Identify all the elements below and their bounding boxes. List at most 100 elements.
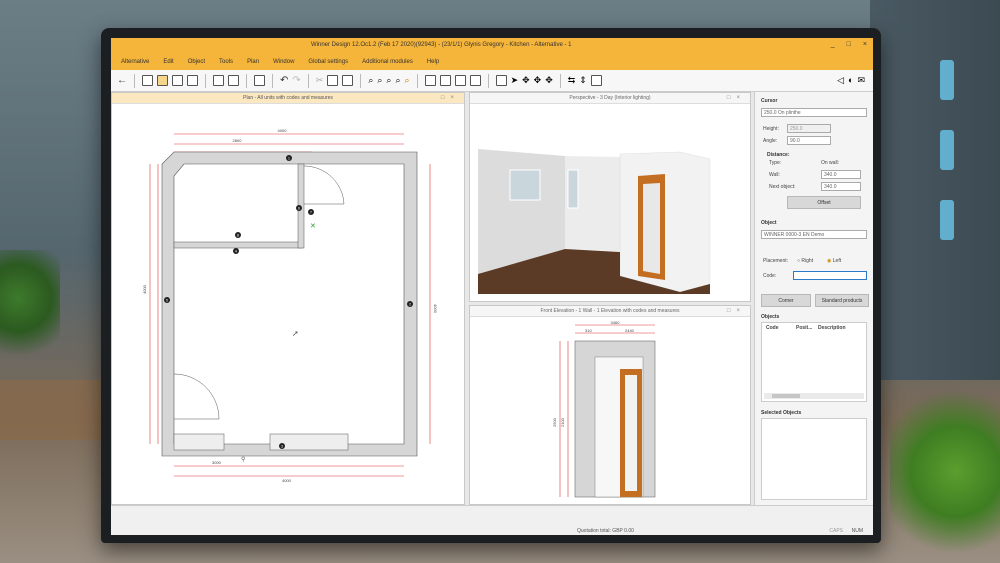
height-field[interactable]: 250.0: [787, 124, 831, 133]
background-wall-right: [870, 0, 1000, 380]
elevation-view-icon[interactable]: [157, 75, 168, 86]
dim-label: 4000: [278, 128, 288, 133]
zoom-window-icon[interactable]: ⌕: [386, 75, 391, 86]
plan-panel-title: Plan - All units with codes and measures: [243, 95, 333, 101]
standard-products-button[interactable]: Standard products: [815, 294, 869, 307]
mail-icon[interactable]: ✉: [857, 75, 865, 86]
code-label: 3: [281, 445, 283, 449]
menu-tools[interactable]: Tools: [219, 59, 233, 65]
wall-label: Wall:: [769, 172, 780, 178]
menu-alternative[interactable]: Alternative: [121, 59, 149, 65]
menu-help[interactable]: Help: [427, 59, 439, 65]
right-label: Right: [801, 258, 814, 264]
perspective-panel[interactable]: Perspective - 3 Day (Interior lighting) …: [469, 92, 751, 302]
panel-controls[interactable]: □×: [727, 93, 746, 104]
height-label: Height:: [763, 126, 779, 132]
speaker-icon[interactable]: ◁: [837, 75, 844, 86]
plan-view-icon[interactable]: [142, 75, 153, 86]
angle-label: Angle:: [763, 138, 778, 144]
perspective-render[interactable]: [470, 104, 750, 300]
left-label: Left: [832, 258, 842, 264]
database-icon[interactable]: [590, 75, 602, 86]
front-elevation-panel[interactable]: Front Elevation - 1 Wall - 1 Elevation w…: [469, 305, 751, 505]
selected-objects-title: Selected Objects: [761, 410, 802, 416]
corner-button[interactable]: Corner: [761, 294, 811, 307]
list-icon[interactable]: [495, 75, 507, 86]
undo-icon[interactable]: ↶: [280, 75, 288, 86]
next-object-field[interactable]: 340.0: [821, 182, 861, 191]
zoom-in-icon[interactable]: ⌕: [368, 75, 373, 86]
select-cursor-icon[interactable]: ➤: [511, 75, 519, 86]
print-icon[interactable]: [213, 75, 224, 86]
cut-icon[interactable]: ✂: [316, 75, 324, 86]
col-description[interactable]: Description: [818, 325, 846, 331]
cursor-dropdown[interactable]: 250.0 On plinthe: [761, 108, 867, 117]
back-arrow-icon[interactable]: ←: [117, 75, 127, 86]
scrollbar-thumb[interactable]: [772, 394, 800, 398]
menu-window[interactable]: Window: [273, 59, 294, 65]
door-glass: [625, 375, 637, 491]
zoom-previous-icon[interactable]: ⌕: [405, 75, 410, 86]
placement-left-radio[interactable]: ◉ Left: [827, 258, 841, 264]
minimize-button[interactable]: _: [831, 41, 835, 48]
code-label: 7: [310, 211, 312, 215]
menu-plan[interactable]: Plan: [247, 59, 259, 65]
panel-controls[interactable]: □×: [727, 306, 746, 317]
dimension-icon[interactable]: [454, 75, 466, 86]
corner-view-icon[interactable]: [187, 75, 198, 86]
price-icon[interactable]: [254, 75, 265, 86]
move-icon[interactable]: ✥: [522, 75, 530, 86]
wall-view-icon[interactable]: [172, 75, 183, 86]
objects-list[interactable]: Code Posit... Description: [761, 322, 867, 402]
angle-field[interactable]: 90.0: [787, 136, 831, 145]
col-position[interactable]: Posit...: [796, 325, 812, 331]
stretch-icon[interactable]: ✥: [545, 75, 553, 86]
paste-icon[interactable]: [342, 75, 354, 86]
height-icon[interactable]: ⇕: [579, 75, 587, 86]
rotate-icon[interactable]: ✥: [534, 75, 542, 86]
copy-icon[interactable]: [327, 75, 339, 86]
horizontal-scrollbar[interactable]: [764, 393, 864, 399]
zoom-all-icon[interactable]: ⌕: [395, 75, 400, 86]
dim-label: 2800: [233, 138, 243, 143]
measure-icon[interactable]: [424, 75, 436, 86]
redo-icon[interactable]: ↷: [292, 75, 300, 86]
menu-edit[interactable]: Edit: [163, 59, 173, 65]
col-code[interactable]: Code: [766, 325, 779, 331]
caps-indicator: CAPS: [829, 528, 843, 534]
panel-controls[interactable]: □×: [441, 93, 460, 104]
background-light: [940, 130, 954, 170]
object-dropdown[interactable]: WINNER 0000-3 EN Demo: [761, 230, 867, 239]
dim-label: 4000: [433, 304, 438, 314]
floor-plan-drawing[interactable]: 4000 2800 4000 4000 3000 4000 1 2 3 4 5 …: [112, 104, 464, 504]
toolbar-separator: [416, 73, 418, 88]
perspective-panel-title: Perspective - 3 Day (Interior lighting): [569, 95, 651, 101]
mirror-icon[interactable]: ⇆: [568, 75, 576, 86]
code-input[interactable]: [793, 271, 867, 280]
menu-global-settings[interactable]: Global settings: [308, 59, 348, 65]
placement-label: Placement:: [763, 258, 789, 264]
selected-objects-list[interactable]: [761, 418, 867, 500]
menu-object[interactable]: Object: [188, 59, 205, 65]
dim-label: 2440: [625, 328, 635, 333]
zoom-out-icon[interactable]: ⌕: [377, 75, 382, 86]
interior-wall[interactable]: [173, 241, 303, 249]
close-button[interactable]: ×: [863, 41, 867, 48]
toolbar-separator: [360, 73, 362, 88]
placement-right-radio[interactable]: ○ Right: [797, 258, 813, 264]
cursor-section-title: Cursor: [761, 98, 778, 104]
wall-distance-field[interactable]: 340.0: [821, 170, 861, 179]
properties-panel: Cursor 250.0 On plinthe Height: 250.0 An…: [754, 92, 873, 505]
text-icon[interactable]: [439, 75, 451, 86]
toolbar-separator: [134, 73, 135, 88]
workspace: Plan - All units with codes and measures…: [111, 92, 873, 535]
save-icon[interactable]: [228, 75, 239, 86]
menu-additional-modules[interactable]: Additional modules: [362, 59, 413, 65]
plan-panel[interactable]: Plan - All units with codes and measures…: [111, 92, 465, 505]
grid-icon[interactable]: [469, 75, 481, 86]
maximize-button[interactable]: □: [847, 41, 851, 48]
window-unit[interactable]: [173, 433, 225, 451]
elevation-drawing[interactable]: 3460 310 2440 2500 2100: [470, 317, 750, 503]
help-icon[interactable]: ◐: [848, 75, 853, 86]
offset-button[interactable]: Offset: [787, 196, 861, 209]
